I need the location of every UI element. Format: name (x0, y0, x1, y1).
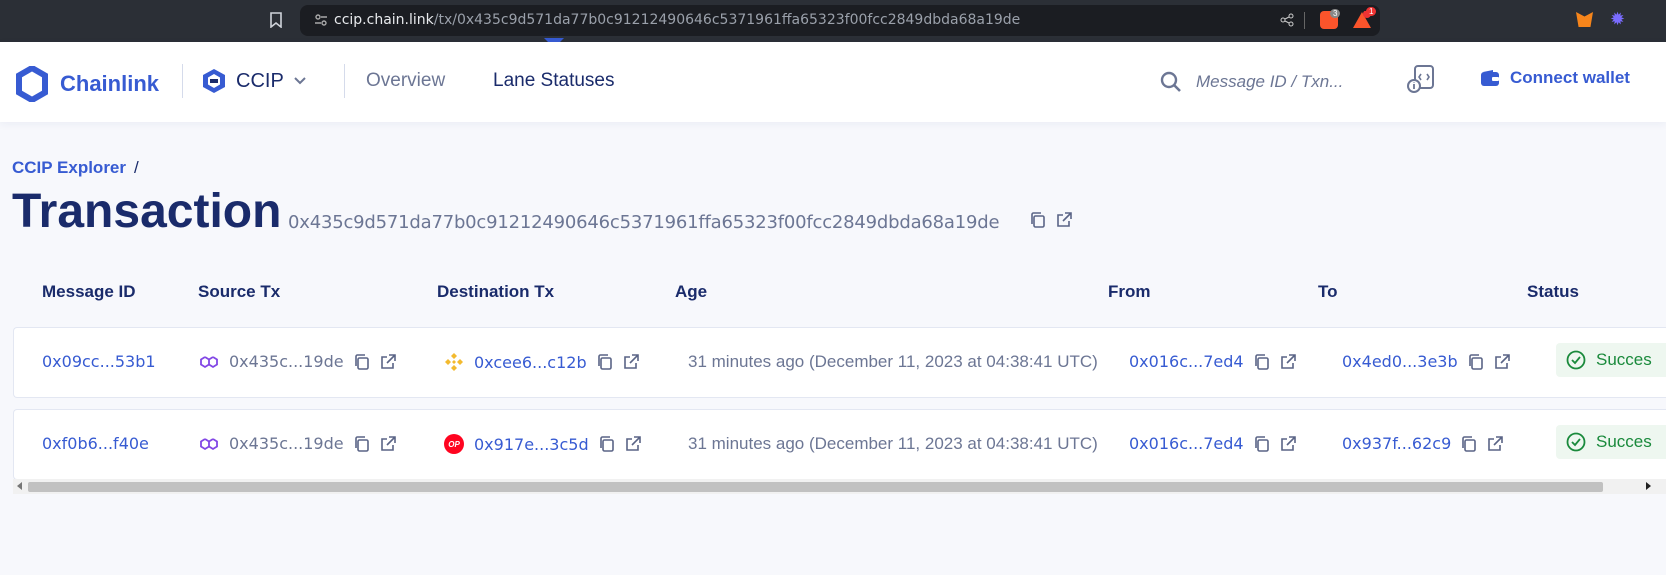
from-address-link[interactable]: 0x016c...7ed4 (1129, 352, 1244, 371)
status-badge: Succes (1556, 425, 1666, 459)
breadcrumb-ccip-explorer[interactable]: CCIP Explorer (12, 158, 126, 178)
product-selector[interactable]: CCIP (202, 68, 306, 94)
chainlink-logo[interactable]: Chainlink (16, 66, 159, 102)
copy-icon[interactable] (354, 435, 370, 452)
chainlink-hexagon-icon (16, 66, 48, 102)
column-header-message-id: Message ID (42, 282, 136, 301)
column-header-from: From (1108, 282, 1151, 301)
connect-wallet-button[interactable]: Connect wallet (1480, 68, 1630, 88)
status-label: Succes (1596, 432, 1652, 451)
column-header-status: Status (1527, 282, 1579, 301)
extension-gear-icon[interactable]: ✹ (1610, 10, 1625, 28)
external-link-icon[interactable] (1494, 353, 1510, 370)
to-address-link[interactable]: 0x4ed0...3e3b (1342, 352, 1458, 371)
nav-lane-statuses[interactable]: Lane Statuses (493, 70, 614, 92)
app-header: Chainlink CCIP Overview Lane Statuses Co… (0, 42, 1666, 122)
search-input[interactable] (1196, 72, 1376, 92)
copy-icon[interactable] (599, 436, 615, 452)
column-header-destination-tx: Destination Tx (437, 282, 555, 301)
horizontal-scrollbar[interactable] (13, 479, 1666, 494)
polygon-chain-icon (200, 437, 218, 450)
age-text: 31 minutes ago (December 11, 2023 at 04:… (688, 352, 1098, 371)
address-bar[interactable]: ccip.chain.link/tx/0x435c9d571da77b0c912… (300, 5, 1380, 36)
column-header-to: To (1318, 282, 1338, 301)
hash-actions (1030, 212, 1072, 228)
destination-tx-link[interactable]: 0xcee6...c12b (474, 353, 587, 372)
column-header-source-tx: Source Tx (198, 282, 281, 301)
external-link-icon[interactable] (380, 353, 396, 370)
nav-overview[interactable]: Overview (366, 70, 445, 92)
message-id-link[interactable]: 0xf0b6...f40e (42, 434, 149, 453)
table-row: 0x09cc...53b1 0x435c...19de 0xcee6...c12… (13, 327, 1666, 398)
optimism-icon: OP (444, 434, 464, 454)
metamask-icon[interactable] (1576, 12, 1593, 27)
scrollbar-thumb[interactable] (28, 482, 1603, 492)
bnb-chain-icon (445, 353, 463, 371)
browser-toolbar: ccip.chain.link/tx/0x435c9d571da77b0c912… (0, 0, 1666, 42)
search-bar (1160, 66, 1390, 98)
wallet-icon (1481, 70, 1499, 86)
check-circle-icon (1566, 432, 1586, 452)
page-title: Transaction (12, 185, 282, 238)
table-row: 0xf0b6...f40e 0x435c...19de OP 0x917e...… (13, 409, 1666, 480)
external-link-icon[interactable] (623, 354, 639, 370)
age-text: 31 minutes ago (December 11, 2023 at 04:… (688, 434, 1098, 453)
messages-table: 0x09cc...53b1 0x435c...19de 0xcee6...c12… (13, 327, 1666, 494)
destination-tx-link[interactable]: 0x917e...3c5d (474, 435, 589, 454)
search-icon[interactable] (1160, 71, 1182, 93)
copy-icon[interactable] (354, 353, 370, 370)
external-link-icon[interactable] (1280, 353, 1296, 370)
external-link-icon[interactable] (1056, 212, 1072, 228)
external-link-icon[interactable] (625, 436, 641, 452)
column-header-age: Age (675, 282, 708, 301)
shields-count-badge: 3 (1330, 9, 1341, 18)
brave-shields-icon[interactable]: 3 (1320, 9, 1341, 29)
copy-icon[interactable] (1461, 435, 1477, 452)
check-circle-icon (1566, 350, 1586, 370)
chevron-down-icon (294, 77, 306, 85)
header-divider (344, 64, 345, 98)
polygon-chain-icon (200, 355, 218, 368)
brand-name: Chainlink (60, 71, 160, 96)
product-label: CCIP (236, 69, 284, 92)
connect-wallet-label: Connect wallet (1510, 68, 1630, 87)
message-id-link[interactable]: 0x09cc...53b1 (42, 352, 156, 371)
source-tx-hash: 0x435c...19de (229, 352, 344, 371)
copy-icon[interactable] (1468, 353, 1484, 370)
transaction-hash: 0x435c9d571da77b0c91212490646c5371961ffa… (288, 212, 1000, 233)
ccip-icon (203, 69, 225, 93)
copy-icon[interactable] (1254, 435, 1270, 452)
bookmark-icon[interactable] (270, 12, 282, 28)
url-text[interactable]: ccip.chain.link/tx/0x435c9d571da77b0c912… (334, 12, 1020, 28)
copy-icon[interactable] (1254, 353, 1270, 370)
copy-icon[interactable] (1030, 212, 1046, 228)
from-address-link[interactable]: 0x016c...7ed4 (1129, 434, 1244, 453)
header-divider (182, 64, 183, 98)
external-link-icon[interactable] (1280, 435, 1296, 452)
breadcrumb: CCIP Explorer / (12, 158, 139, 178)
scroll-right-arrow-icon[interactable] (1646, 482, 1651, 490)
breadcrumb-separator: / (134, 158, 139, 177)
contract-docs-icon[interactable] (1406, 64, 1436, 94)
rewards-count-badge: 1 (1366, 7, 1377, 16)
copy-icon[interactable] (597, 354, 613, 370)
site-info-icon[interactable] (314, 13, 328, 27)
source-tx-hash: 0x435c...19de (229, 434, 344, 453)
status-badge: Succes (1556, 343, 1666, 377)
to-address-link[interactable]: 0x937f...62c9 (1342, 434, 1451, 453)
scroll-left-arrow-icon[interactable] (17, 482, 22, 490)
share-icon[interactable] (1280, 13, 1294, 27)
external-link-icon[interactable] (380, 435, 396, 452)
external-link-icon[interactable] (1487, 435, 1504, 452)
status-label: Succes (1596, 350, 1652, 369)
